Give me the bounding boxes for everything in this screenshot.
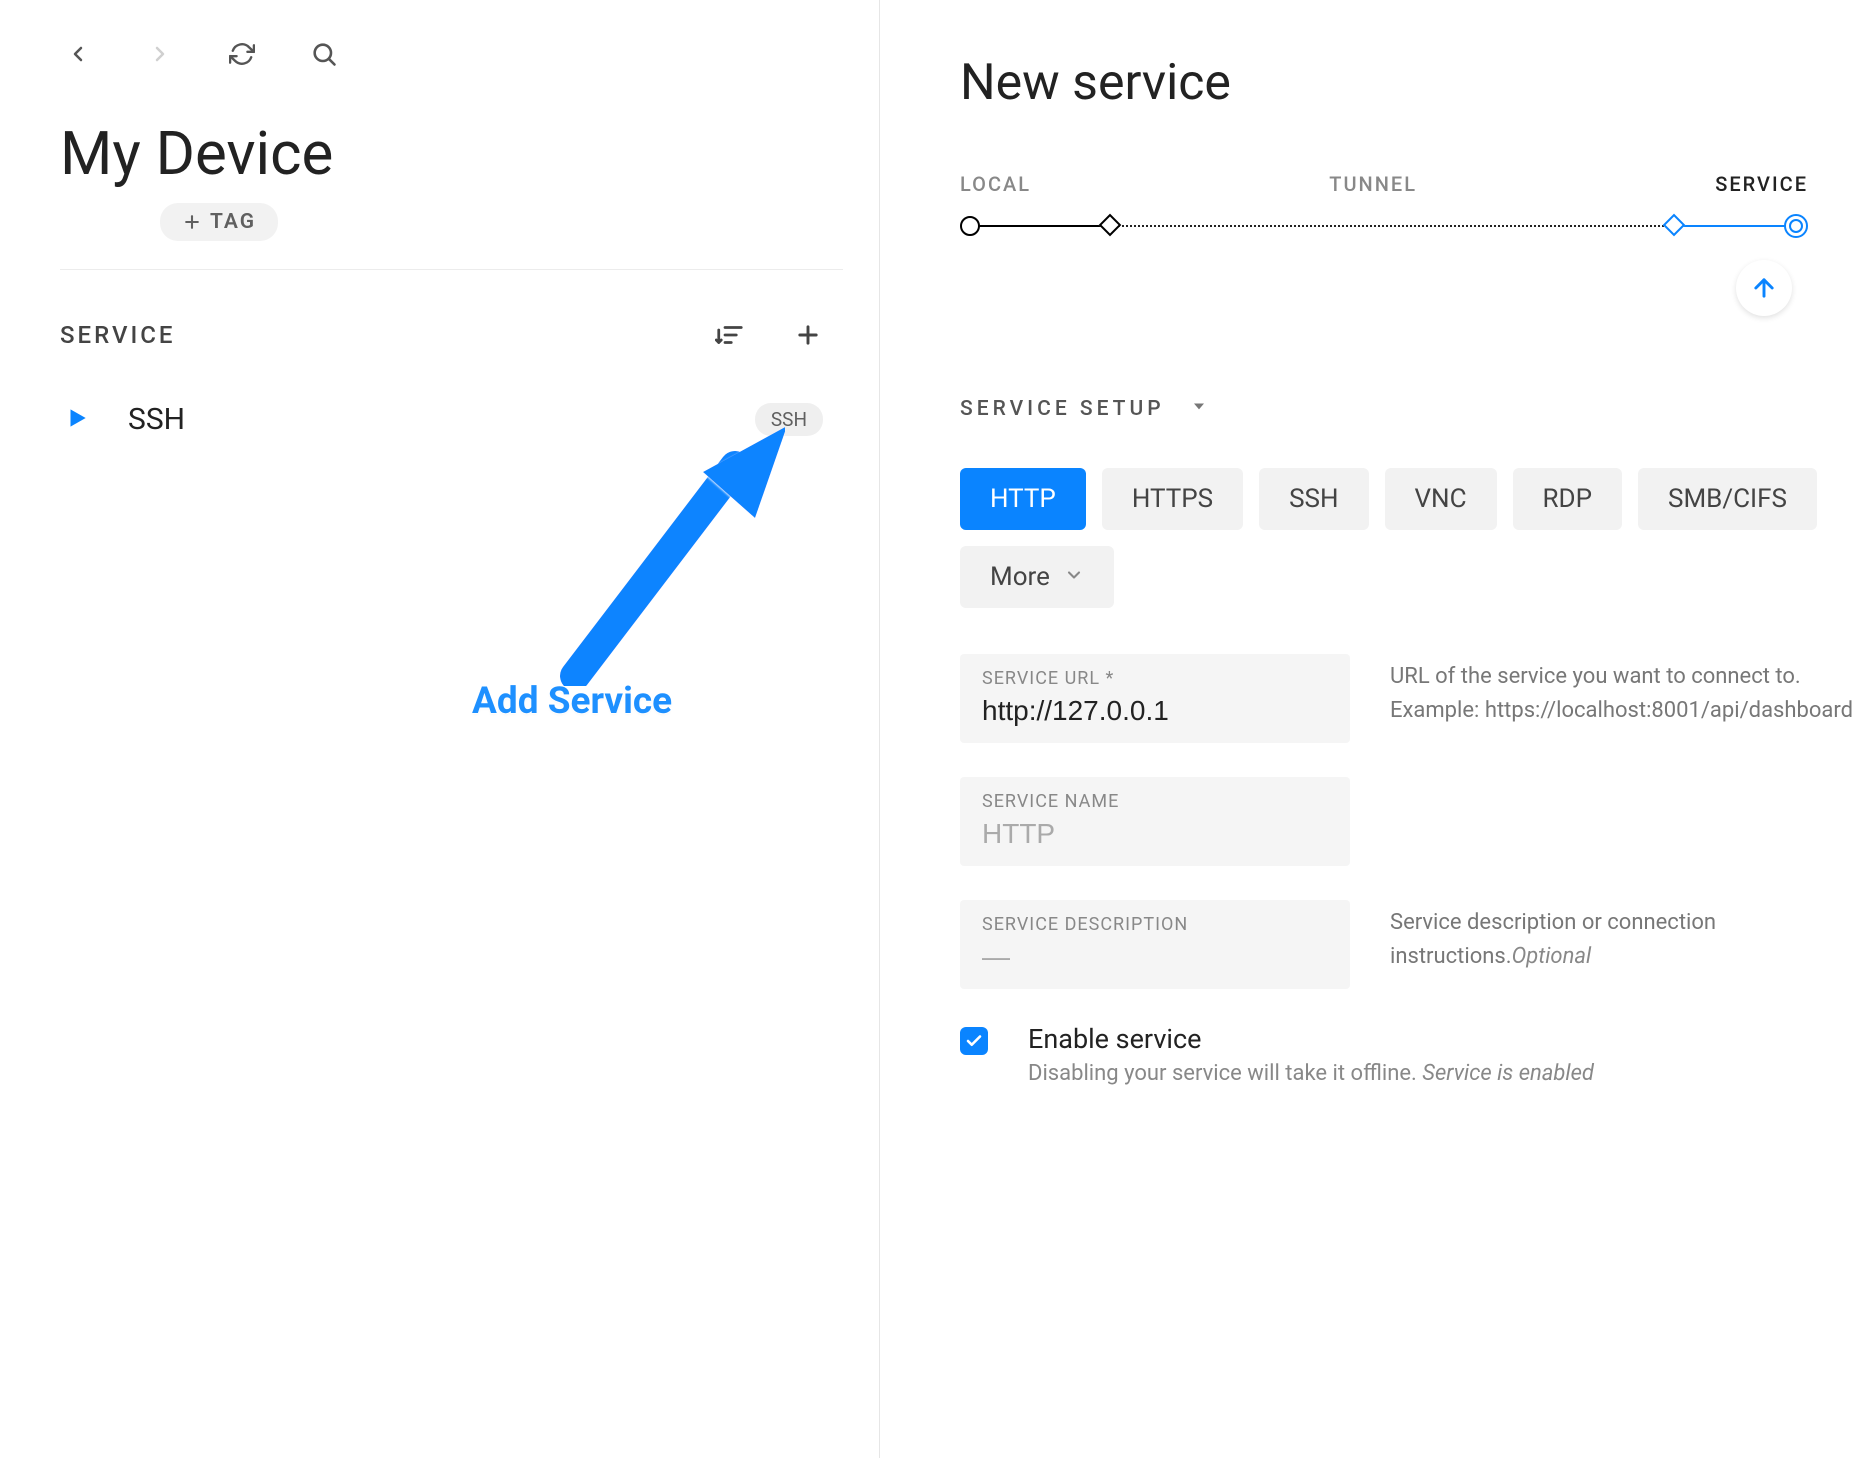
chip-http[interactable]: HTTP (960, 468, 1086, 530)
chip-more[interactable]: More (960, 546, 1114, 608)
chip-rdp[interactable]: RDP (1513, 468, 1623, 530)
service-url-label: SERVICE URL * (982, 668, 1328, 689)
enable-service-checkbox[interactable] (960, 1027, 988, 1055)
service-setup-toggle[interactable]: SERVICE SETUP (960, 396, 1858, 422)
nav-bar (60, 36, 843, 72)
service-name-label: SERVICE NAME (982, 791, 1328, 812)
add-tag-button[interactable]: TAG (160, 203, 278, 241)
chip-ssh[interactable]: SSH (1259, 468, 1368, 530)
stepper-label-tunnel: TUNNEL (1329, 172, 1417, 196)
stepper-node-local-icon (960, 216, 980, 236)
service-name-field[interactable]: SERVICE NAME (960, 777, 1350, 866)
enable-service-title: Enable service (1028, 1023, 1594, 1055)
service-url-help: URL of the service you want to connect t… (1390, 654, 1858, 728)
page-title: New service (960, 54, 1858, 112)
chevron-down-icon (1189, 396, 1209, 422)
divider (60, 269, 843, 270)
tag-button-label: TAG (210, 210, 256, 234)
enable-service-text: Enable service Disabling your service wi… (1028, 1023, 1594, 1086)
stepper-node-service-icon (1784, 214, 1808, 238)
forward-icon (142, 36, 178, 72)
enable-service-row: Enable service Disabling your service wi… (960, 1023, 1858, 1086)
play-icon (64, 405, 90, 435)
chip-https[interactable]: HTTPS (1102, 468, 1243, 530)
refresh-icon[interactable] (224, 36, 260, 72)
sort-icon[interactable] (715, 320, 745, 350)
service-description-input[interactable] (982, 941, 1328, 973)
stepper (960, 214, 1808, 238)
service-setup-label: SERVICE SETUP (960, 397, 1165, 421)
chevron-down-icon (1064, 562, 1084, 592)
search-icon[interactable] (306, 36, 342, 72)
stepper-label-service: SERVICE (1715, 172, 1808, 196)
service-description-field[interactable]: SERVICE DESCRIPTION (960, 900, 1350, 989)
service-description-label: SERVICE DESCRIPTION (982, 914, 1328, 935)
stepper-node-tunnel-icon (1099, 214, 1122, 237)
service-header-actions (715, 320, 823, 350)
service-item-name: SSH (128, 402, 185, 437)
enable-service-sub: Disabling your service will take it offl… (1028, 1061, 1594, 1086)
service-url-input[interactable] (982, 695, 1328, 727)
stepper-label-local: LOCAL (960, 172, 1031, 196)
add-service-icon[interactable] (793, 320, 823, 350)
service-header-label: SERVICE (60, 321, 176, 349)
service-url-field[interactable]: SERVICE URL * (960, 654, 1350, 743)
service-name-input[interactable] (982, 818, 1328, 850)
scroll-up-button[interactable] (1736, 260, 1792, 316)
app-root: My Device TAG SERVICE SSH (0, 0, 1868, 1458)
chip-smbcifs[interactable]: SMB/CIFS (1638, 468, 1817, 530)
annotation-label: Add Service (472, 680, 672, 723)
chip-vnc[interactable]: VNC (1385, 468, 1497, 530)
device-title: My Device (60, 118, 843, 189)
service-type-chips: HTTP HTTPS SSH VNC RDP SMB/CIFS More (960, 468, 1858, 608)
right-panel: New service LOCAL TUNNEL SERVICE SERVICE… (880, 0, 1868, 1458)
stepper-node-intermediate-icon (1663, 214, 1686, 237)
service-description-help: Service description or connection instru… (1390, 900, 1858, 974)
annotation-arrow-icon (555, 426, 785, 686)
stepper-labels: LOCAL TUNNEL SERVICE (960, 172, 1858, 196)
service-section-header: SERVICE (60, 320, 843, 350)
back-icon[interactable] (60, 36, 96, 72)
left-panel: My Device TAG SERVICE SSH (0, 0, 880, 1458)
